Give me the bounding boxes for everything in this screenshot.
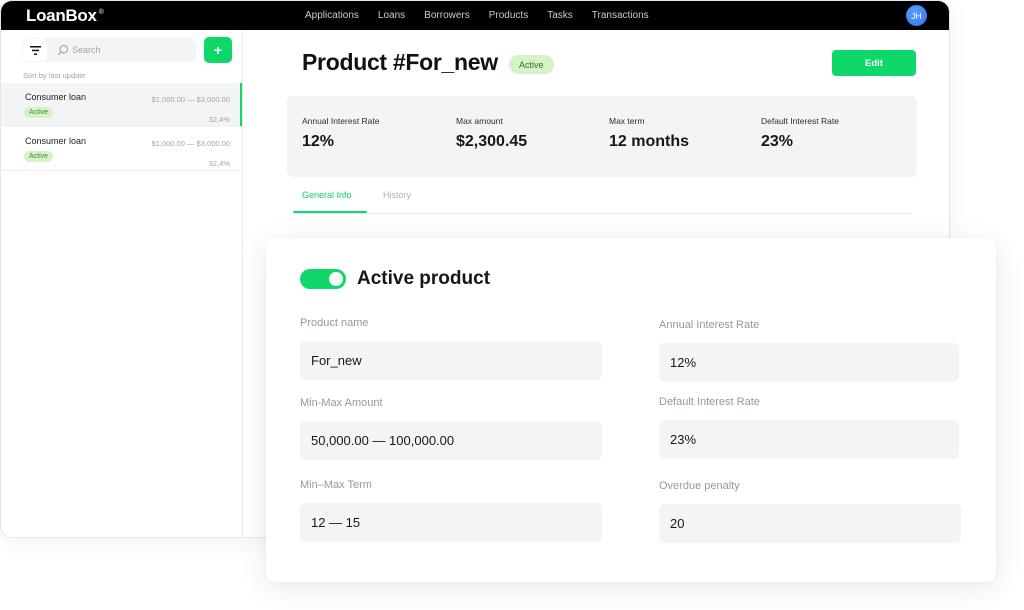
stat-label: Max amount <box>456 116 503 126</box>
list-item[interactable]: Consumer loan $1,000.00 — $3,000.00 Acti… <box>1 83 242 127</box>
product-status-badge: Active <box>509 55 554 74</box>
list-item-range: $1,000.00 — $3,000.00 <box>151 95 230 104</box>
form-title: Active product <box>357 268 491 289</box>
annual-interest-rate-label: Annual Interest Rate <box>659 319 760 331</box>
min-max-term-label: Min–Max Term <box>300 479 372 491</box>
tab-general-info[interactable]: General Info <box>302 190 352 200</box>
tabs: General Info History <box>293 178 911 214</box>
stat-label: Max term <box>609 116 645 126</box>
min-max-amount-field[interactable] <box>300 421 602 460</box>
stat-value: 12% <box>302 133 335 150</box>
product-name-label: Product name <box>300 317 369 329</box>
stat-max-term: Max term 12 months <box>609 116 689 151</box>
stat-default-interest-rate: Default Interest Rate 23% <box>761 116 839 151</box>
nav-item-transactions[interactable]: Transactions <box>592 10 649 21</box>
nav-item-tasks[interactable]: Tasks <box>547 10 573 21</box>
list-item-rate: 32,4% <box>208 159 230 168</box>
search-bar <box>22 38 196 62</box>
overdue-penalty-label: Overdue penalty <box>659 480 740 492</box>
stat-value: 12 months <box>609 133 690 150</box>
search-input[interactable] <box>72 45 182 55</box>
list-item[interactable]: Consumer loan $1,000.00 — $3,000.00 Acti… <box>1 127 242 171</box>
toggle-knob <box>329 272 343 286</box>
sort-label[interactable]: Sort by last update <box>23 71 86 80</box>
list-item-name: Consumer loan <box>25 136 87 146</box>
status-badge: Active <box>24 107 54 118</box>
main-nav: Applications Loans Borrowers Products Ta… <box>305 1 668 30</box>
list-item-range: $1,000.00 — $3,000.00 <box>151 139 230 148</box>
filter-icon <box>29 45 41 55</box>
registered-mark: ® <box>98 9 104 16</box>
stat-label: Default Interest Rate <box>761 116 839 126</box>
product-form-card: Active product Product name Min-Max Amou… <box>266 238 996 582</box>
list-item-name: Consumer loan <box>25 92 87 102</box>
logo-text: LoanBox <box>26 6 97 25</box>
default-interest-rate-label: Default Interest Rate <box>659 396 760 408</box>
filter-button[interactable] <box>23 39 47 61</box>
nav-item-products[interactable]: Products <box>489 10 528 21</box>
stat-value: 23% <box>761 133 794 150</box>
stat-value: $2,300.45 <box>456 133 528 150</box>
stat-annual-interest-rate: Annual Interest Rate 12% <box>302 116 380 151</box>
tab-history[interactable]: History <box>383 190 411 200</box>
product-stats-card: Annual Interest Rate 12% Max amount $2,3… <box>287 96 917 177</box>
stat-label: Annual Interest Rate <box>302 116 380 126</box>
overdue-penalty-field[interactable] <box>659 504 961 543</box>
list-item-rate: 32,4% <box>208 115 230 124</box>
sidebar: + Sort by last update Consumer loan $1,0… <box>1 30 243 537</box>
edit-button[interactable]: Edit <box>832 50 916 76</box>
loan-list: Consumer loan $1,000.00 — $3,000.00 Acti… <box>1 83 242 171</box>
top-navbar: LoanBox ® Applications Loans Borrowers Pr… <box>1 1 949 30</box>
nav-item-loans[interactable]: Loans <box>378 10 405 21</box>
min-max-term-field[interactable] <box>300 503 602 542</box>
logo[interactable]: LoanBox ® <box>26 6 104 26</box>
page-title: Product #For_new <box>302 49 498 75</box>
product-name-field[interactable] <box>300 341 602 380</box>
add-product-button[interactable]: + <box>204 37 232 63</box>
user-avatar[interactable]: JH <box>906 5 927 26</box>
status-badge: Active <box>24 151 54 162</box>
search-icon <box>57 44 69 56</box>
nav-item-applications[interactable]: Applications <box>305 10 359 21</box>
nav-item-borrowers[interactable]: Borrowers <box>424 10 470 21</box>
stat-max-amount: Max amount $2,300.45 <box>456 116 527 151</box>
annual-interest-rate-field[interactable] <box>659 343 959 382</box>
min-max-amount-label: Min-Max Amount <box>300 397 383 409</box>
active-tab-indicator <box>293 211 367 213</box>
default-interest-rate-field[interactable] <box>659 420 959 459</box>
active-product-toggle[interactable] <box>300 269 346 289</box>
